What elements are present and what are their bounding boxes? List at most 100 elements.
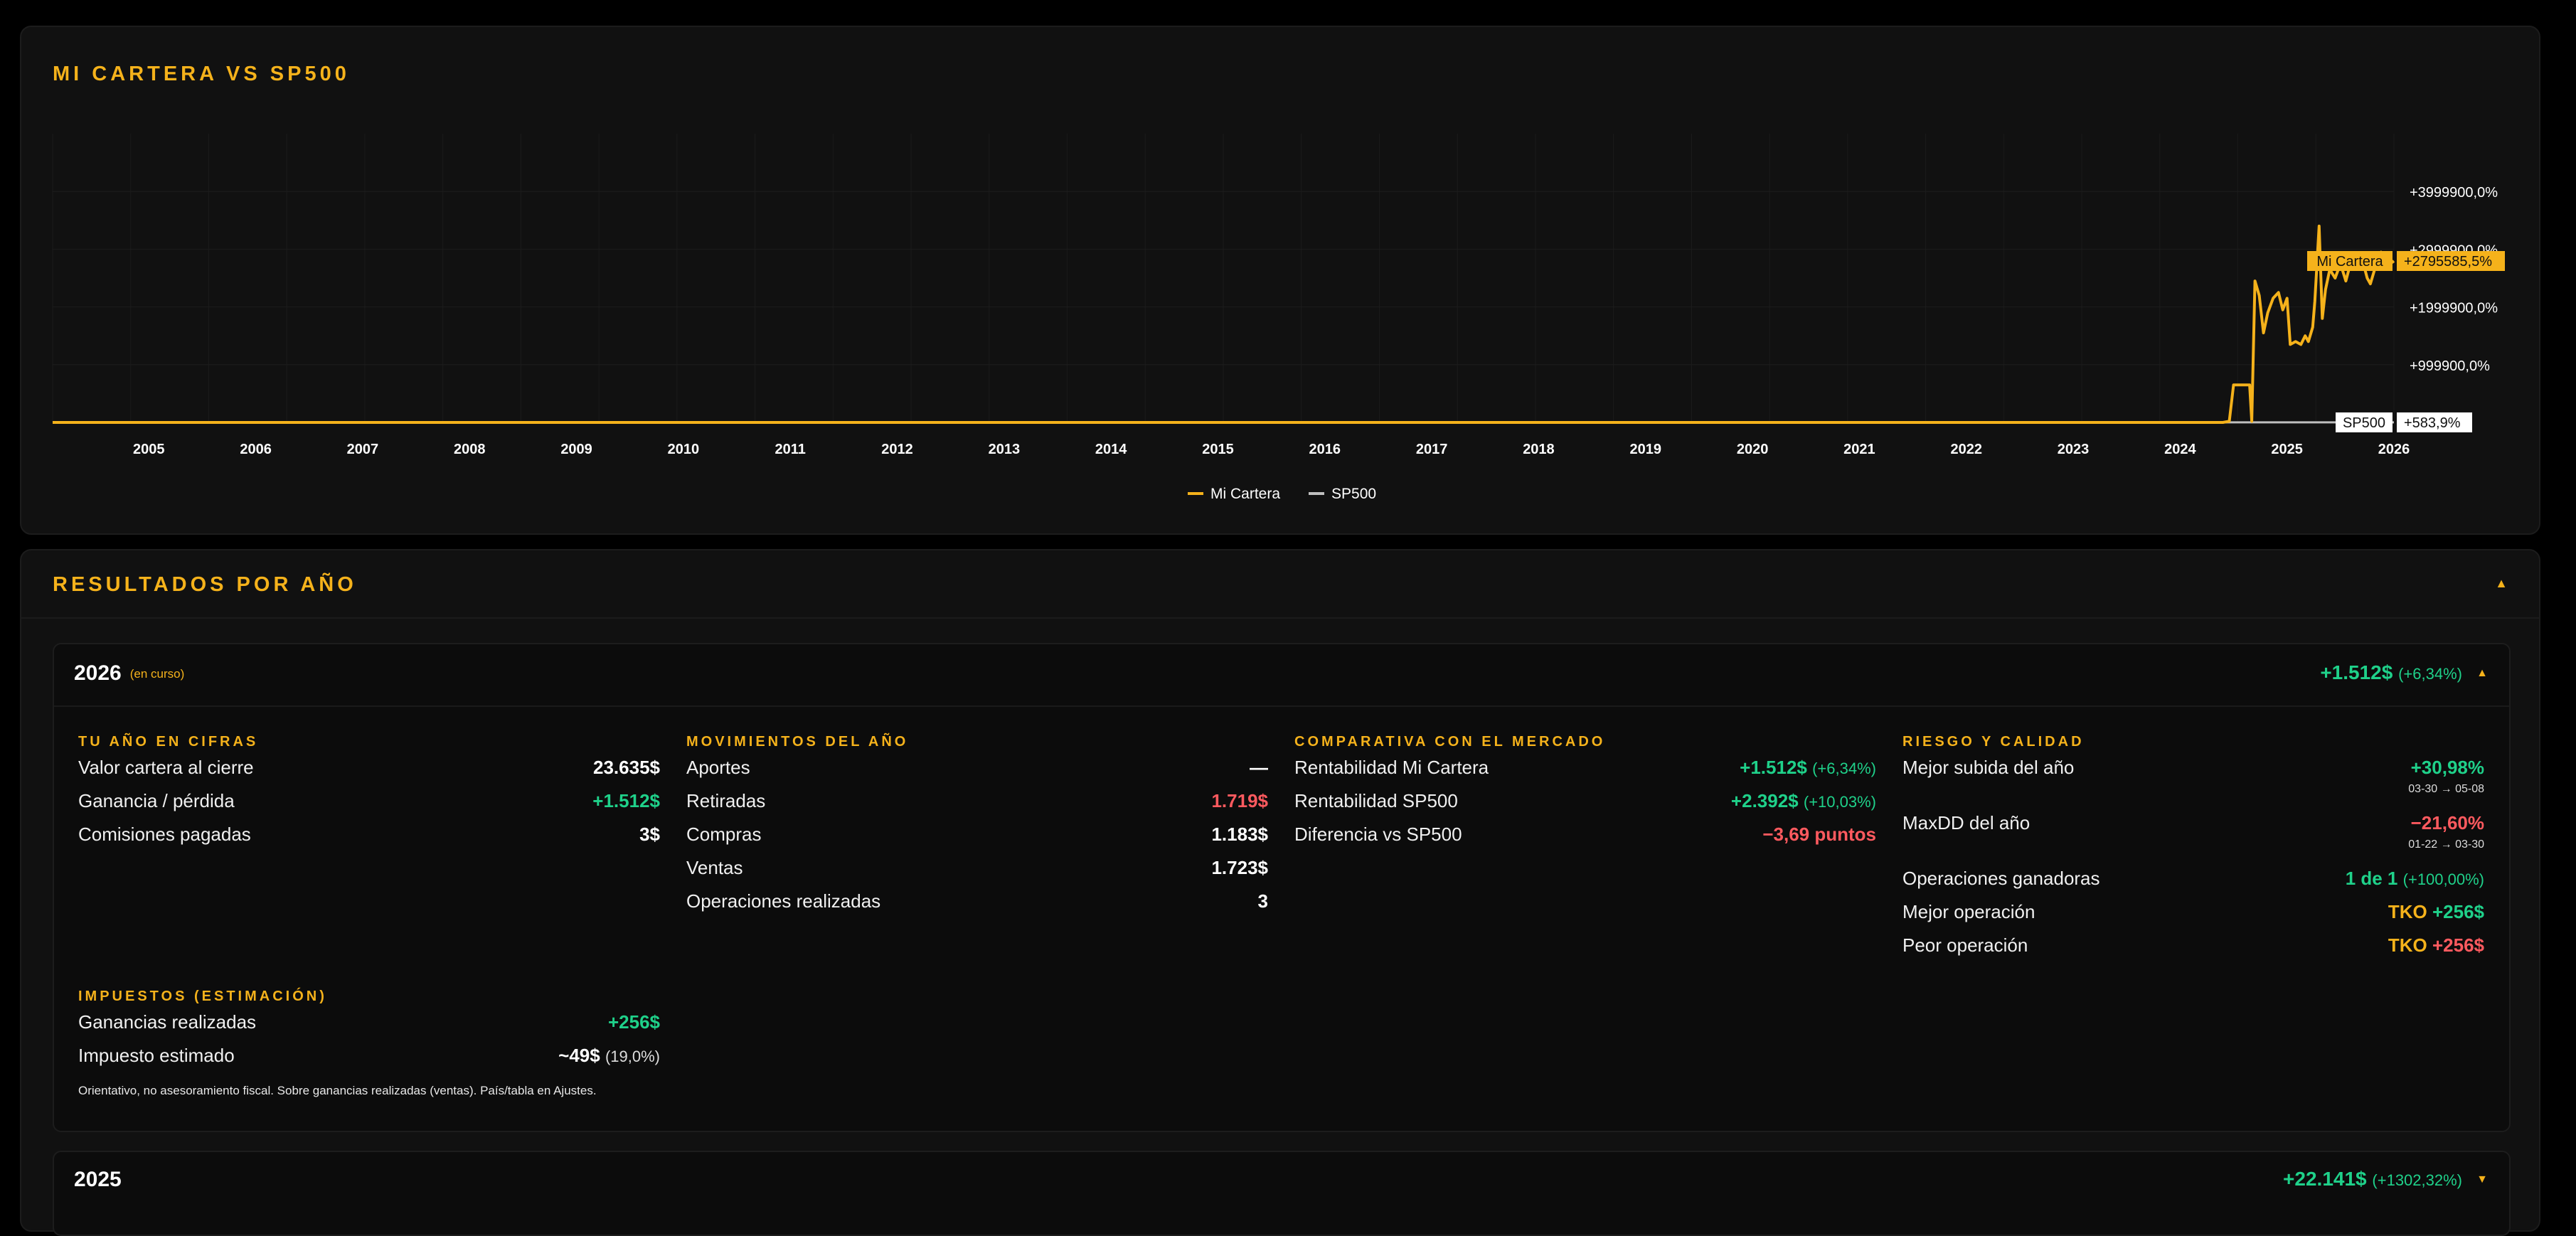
stat-label: Diferencia vs SP500	[1294, 824, 1462, 846]
x-tick-label: 2018	[1523, 442, 1555, 457]
sp500-value-label: +583,9%	[2404, 415, 2461, 431]
stat-label: MaxDD del año	[1902, 812, 2030, 834]
stat-value: 3$	[639, 824, 660, 846]
x-tick-label: 2024	[2164, 442, 2196, 457]
mi-cartera-name-tag-label: Mi Cartera	[2316, 254, 2383, 270]
stat-row-portfolio-return: Rentabilidad Mi Cartera +1.512$ (+6,34%)	[1294, 757, 1876, 790]
stat-label: Operaciones realizadas	[686, 890, 880, 912]
year-total-amount: +1.512$	[2320, 661, 2393, 683]
x-tick-label: 2012	[881, 442, 913, 457]
stat-value: 1.183$	[1211, 824, 1268, 846]
stat-value: +2.392$ (+10,03%)	[1731, 790, 1876, 812]
section-title: IMPUESTOS (ESTIMACIÓN)	[78, 989, 660, 1011]
x-tick-label: 2022	[1950, 442, 1982, 457]
x-tick-label: 2010	[668, 442, 700, 457]
date-range: 01-22 → 03-30	[2408, 838, 2484, 851]
collapse-results-toggle[interactable]: ▲	[2495, 576, 2508, 591]
year-collapse-toggle[interactable]: ▲	[2476, 667, 2488, 680]
x-tick-label: 2025	[2271, 442, 2303, 457]
x-tick-label: 2006	[240, 442, 272, 457]
stat-label: Compras	[686, 824, 761, 846]
chart-panel: MI CARTERA VS SP500 +3999900,0%+2999900,…	[20, 26, 2540, 535]
stat-label: Rentabilidad SP500	[1294, 790, 1458, 812]
stat-value-block: +30,98% 03-30 → 05-08	[2408, 757, 2484, 796]
x-tick-label: 2026	[2378, 442, 2410, 457]
sp500-name-tag-label: SP500	[2343, 415, 2385, 431]
stat-row-realized-gains: Ganancias realizadas +256$	[78, 1011, 660, 1045]
x-tick-label: 2009	[560, 442, 592, 457]
x-tick-label: 2017	[1416, 442, 1448, 457]
stat-value: ~49$ (19,0%)	[558, 1045, 660, 1067]
x-tick-label: 2005	[133, 442, 165, 457]
tax-disclaimer: Orientativo, no asesoramiento fiscal. So…	[78, 1084, 660, 1098]
stat-row-portfolio-value: Valor cartera al cierre 23.635$	[78, 757, 660, 790]
section-impuestos: IMPUESTOS (ESTIMACIÓN) Ganancias realiza…	[78, 989, 660, 1098]
date-range: 03-30 → 05-08	[2408, 783, 2484, 796]
results-title: RESULTADOS POR AÑO	[53, 573, 357, 597]
stat-value: TKO +256$	[2388, 901, 2484, 923]
year-label: 2026	[74, 661, 122, 685]
stat-label: Mejor subida del año	[1902, 757, 2074, 779]
stat-value: −21,60%	[2411, 812, 2484, 833]
stat-row-worst-operation: Peor operación TKO +256$	[1902, 934, 2484, 968]
x-tick-label: 2014	[1095, 442, 1127, 457]
stat-value: +1.512$ (+6,34%)	[1740, 757, 1876, 779]
stat-row-difference: Diferencia vs SP500 −3,69 puntos	[1294, 824, 1876, 857]
ticker[interactable]: TKO	[2388, 934, 2427, 956]
year-expand-toggle[interactable]: ▼	[2476, 1173, 2488, 1186]
year-total: +1.512$ (+6,34%)	[2320, 661, 2462, 684]
x-tick-label: 2020	[1737, 442, 1769, 457]
stat-amount: +1.512$	[1740, 757, 1807, 778]
stat-value: TKO +256$	[2388, 934, 2484, 957]
stat-row-best-operation: Mejor operación TKO +256$	[1902, 901, 2484, 934]
stat-label: Ganancias realizadas	[78, 1011, 256, 1033]
stat-value: +30,98%	[2411, 757, 2484, 778]
section-title: COMPARATIVA CON EL MERCADO	[1294, 734, 1876, 757]
year-total-pct: (+1302,32%)	[2372, 1171, 2462, 1189]
section-title: TU AÑO EN CIFRAS	[78, 734, 660, 757]
year-label: 2025	[74, 1168, 122, 1191]
stat-label: Aportes	[686, 757, 750, 779]
stat-row-gain-loss: Ganancia / pérdida +1.512$	[78, 790, 660, 824]
stat-label: Comisiones pagadas	[78, 824, 251, 846]
stat-row-sp500-return: Rentabilidad SP500 +2.392$ (+10,03%)	[1294, 790, 1876, 824]
y-tick-label: +1999900,0%	[2410, 301, 2498, 316]
stat-value: −3,69 puntos	[1762, 824, 1876, 846]
x-tick-label: 2013	[989, 442, 1021, 457]
stat-value: +1.512$	[592, 790, 660, 812]
section-riesgo: RIESGO Y CALIDAD Mejor subida del año +3…	[1902, 734, 2484, 968]
year-total: +22.141$ (+1302,32%)	[2283, 1168, 2462, 1190]
portfolio-vs-sp500-chart[interactable]: +3999900,0%+2999900,0%+1999900,0%+999900…	[21, 27, 2542, 536]
legend-label: Mi Cartera	[1210, 486, 1280, 502]
stat-pct: (+10,03%)	[1804, 793, 1876, 811]
stat-value: 1 de 1 (+100,00%)	[2346, 868, 2484, 890]
x-tick-label: 2023	[2058, 442, 2090, 457]
stat-row-winning-ops: Operaciones ganadoras 1 de 1 (+100,00%)	[1902, 868, 2484, 901]
stat-value: +256$	[608, 1011, 660, 1033]
x-tick-label: 2021	[1843, 442, 1875, 457]
section-cifras: TU AÑO EN CIFRAS Valor cartera al cierre…	[78, 734, 660, 857]
stat-row-estimated-tax: Impuesto estimado ~49$ (19,0%)	[78, 1045, 660, 1078]
stat-amount: +2.392$	[1731, 790, 1799, 811]
stat-pct: (+6,34%)	[1812, 760, 1876, 777]
section-title: RIESGO Y CALIDAD	[1902, 734, 2484, 757]
stat-amount: +256$	[2432, 934, 2484, 956]
stat-label: Operaciones ganadoras	[1902, 868, 2100, 890]
year-header[interactable]: 2026(en curso)	[74, 661, 184, 686]
year-header[interactable]: 2025	[74, 1168, 122, 1192]
x-tick-label: 2008	[454, 442, 486, 457]
stat-label: Mejor operación	[1902, 901, 2035, 923]
y-tick-label: +999900,0%	[2410, 358, 2490, 374]
x-tick-label: 2011	[775, 442, 806, 457]
stat-row-purchases: Compras 1.183$	[686, 824, 1268, 857]
stat-label: Peor operación	[1902, 934, 2028, 957]
x-tick-label: 2015	[1202, 442, 1234, 457]
year-card-2026: 2026(en curso) +1.512$ (+6,34%) ▲ TU AÑO…	[53, 643, 2511, 1132]
stat-row-contributions: Aportes —	[686, 757, 1268, 790]
stat-pct: (+100,00%)	[2403, 870, 2484, 888]
stat-label: Impuesto estimado	[78, 1045, 235, 1067]
ticker[interactable]: TKO	[2388, 901, 2427, 922]
stat-row-fees: Comisiones pagadas 3$	[78, 824, 660, 857]
year-card-2025[interactable]: 2025 +22.141$ (+1302,32%) ▼	[53, 1151, 2511, 1236]
stat-row-operations: Operaciones realizadas 3	[686, 890, 1268, 924]
